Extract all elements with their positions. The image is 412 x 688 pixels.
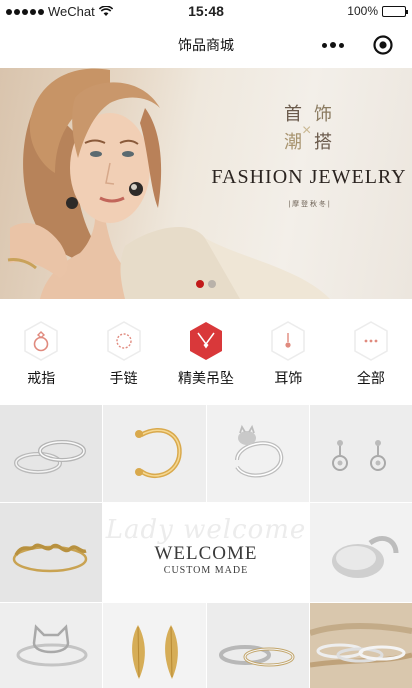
product-image [310, 603, 412, 688]
product-tile-silver-stacked-rings[interactable] [207, 603, 309, 688]
product-image [310, 405, 412, 502]
category-label: 手链 [109, 370, 138, 386]
welcome-subtitle: CUSTOM MADE [163, 565, 249, 576]
product-tile-silver-twin-rings[interactable] [0, 405, 102, 502]
status-bar: WeChat 15:48 100% [0, 0, 412, 22]
product-tile-silver-rings-on-wood[interactable] [310, 603, 412, 688]
product-image [207, 405, 309, 502]
more-options-button[interactable] [316, 36, 350, 54]
banner-subline: | 摩 登 秋 冬 | [288, 201, 330, 208]
category-pendant[interactable]: 精美吊坠 [165, 299, 247, 405]
carousel-dot-active[interactable] [196, 280, 204, 288]
product-image [0, 603, 102, 688]
nav-bar: 饰品商城 [0, 22, 412, 68]
earring-icon [271, 321, 306, 361]
carousel-dot[interactable] [208, 280, 216, 288]
category-label: 精美吊坠 [178, 370, 235, 386]
category-all[interactable]: 全部 [330, 299, 412, 405]
product-tile-silver-signet-ring[interactable] [310, 503, 412, 602]
category-label: 戒指 [27, 370, 56, 386]
product-tile-silver-flower-earrings[interactable] [310, 405, 412, 502]
product-image [0, 503, 102, 602]
banner-cn-char: 饰 [314, 104, 332, 125]
banner-cn-char: 搭 [314, 132, 332, 153]
product-tile-gold-name-ring[interactable] [0, 503, 102, 602]
category-bracelet[interactable]: 手链 [82, 299, 164, 405]
category-ring[interactable]: 戒指 [0, 299, 82, 405]
product-image [207, 603, 309, 688]
banner-cross-mark: × [302, 122, 312, 139]
close-target-button[interactable] [372, 34, 394, 56]
product-tile-gold-open-ring[interactable] [103, 405, 206, 502]
welcome-script: Lady welcome [105, 515, 307, 545]
dot-icon [339, 42, 344, 48]
banner-headline: FASHION JEWELRY [211, 166, 407, 188]
product-image [103, 405, 206, 502]
product-image [310, 503, 412, 602]
banner-cn-char: 首 [284, 104, 302, 125]
banner-cn-title: 首 饰 潮 搭 × [281, 104, 337, 160]
battery-percent: 100% [347, 4, 378, 18]
category-nav: 戒指 手链 精美吊坠 耳饰 全部 [0, 299, 412, 405]
banner-text-block: 首 饰 潮 搭 × FASHION JEWELRY | 摩 登 秋 冬 | [206, 104, 412, 224]
product-grid: Lady welcome WELCOME CUSTOM MADE [0, 405, 412, 688]
category-label: 耳饰 [274, 370, 303, 386]
mini-program-capsule [316, 31, 394, 59]
promo-banner[interactable]: 首 饰 潮 搭 × FASHION JEWELRY | 摩 登 秋 冬 | [0, 68, 412, 299]
pendant-icon [190, 322, 223, 360]
welcome-banner[interactable]: Lady welcome WELCOME CUSTOM MADE [103, 503, 309, 602]
product-image [103, 603, 206, 688]
product-tile-gold-leaf-earrings[interactable] [103, 603, 206, 688]
dot-icon [330, 42, 336, 48]
banner-cn-char: 潮 [284, 132, 302, 153]
more-dots-icon [354, 321, 388, 361]
battery-icon [382, 5, 408, 17]
category-earring[interactable]: 耳饰 [247, 299, 329, 405]
battery-group: 100% [347, 4, 408, 18]
product-tile-silver-cat-ring[interactable] [207, 405, 309, 502]
bracelet-icon [106, 321, 141, 361]
product-tile-silver-cat-outline-ring[interactable] [0, 603, 102, 688]
category-label: 全部 [356, 370, 385, 386]
dot-icon [322, 42, 327, 48]
welcome-title: WELCOME [154, 543, 258, 564]
carousel-indicators [0, 280, 412, 288]
product-image [0, 405, 102, 502]
ring-icon [24, 321, 58, 361]
